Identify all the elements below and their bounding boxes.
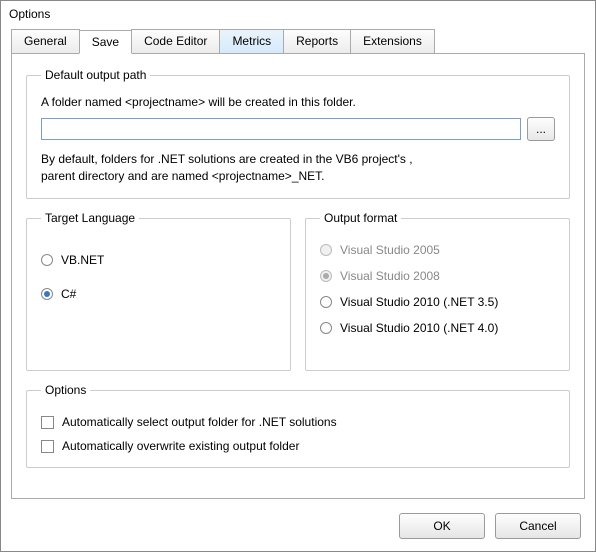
options-legend: Options xyxy=(41,383,90,397)
radio-icon xyxy=(320,270,332,282)
tab-strip: General Save Code Editor Metrics Reports… xyxy=(11,29,585,53)
default-output-path-note-2: parent directory and are named <projectn… xyxy=(41,168,555,185)
default-output-path-group: Default output path A folder named <proj… xyxy=(26,68,570,199)
radio-vs2010-net35[interactable]: Visual Studio 2010 (.NET 3.5) xyxy=(320,295,555,309)
tab-metrics[interactable]: Metrics xyxy=(219,29,284,53)
radio-vs2005: Visual Studio 2005 xyxy=(320,243,555,257)
tab-reports[interactable]: Reports xyxy=(283,29,351,53)
output-format-legend: Output format xyxy=(320,211,401,225)
radio-icon xyxy=(41,288,53,300)
radio-vbnet[interactable]: VB.NET xyxy=(41,253,276,267)
checkbox-auto-select-folder[interactable]: Automatically select output folder for .… xyxy=(41,415,555,429)
checkbox-label: Automatically select output folder for .… xyxy=(62,415,337,429)
checkbox-auto-overwrite[interactable]: Automatically overwrite existing output … xyxy=(41,439,555,453)
output-path-input[interactable] xyxy=(41,118,521,140)
output-format-group: Output format Visual Studio 2005 Visual … xyxy=(305,211,570,371)
radio-csharp[interactable]: C# xyxy=(41,287,276,301)
radio-icon xyxy=(320,296,332,308)
tab-save[interactable]: Save xyxy=(79,30,132,54)
checkbox-icon xyxy=(41,416,54,429)
radio-label: Visual Studio 2005 xyxy=(340,243,440,257)
cancel-button[interactable]: Cancel xyxy=(495,513,581,539)
radio-label: Visual Studio 2010 (.NET 4.0) xyxy=(340,321,498,335)
radio-icon xyxy=(320,244,332,256)
tab-panel-save: Default output path A folder named <proj… xyxy=(11,53,585,499)
radio-vs2008: Visual Studio 2008 xyxy=(320,269,555,283)
checkbox-icon xyxy=(41,440,54,453)
radio-label: VB.NET xyxy=(61,253,104,267)
default-output-path-note-1: By default, folders for .NET solutions a… xyxy=(41,151,555,168)
tab-general[interactable]: General xyxy=(11,29,80,53)
default-output-path-intro: A folder named <projectname> will be cre… xyxy=(41,94,555,111)
radio-vs2010-net40[interactable]: Visual Studio 2010 (.NET 4.0) xyxy=(320,321,555,335)
checkbox-label: Automatically overwrite existing output … xyxy=(62,439,299,453)
browse-button[interactable]: ... xyxy=(527,117,555,141)
target-language-legend: Target Language xyxy=(41,211,139,225)
options-group: Options Automatically select output fold… xyxy=(26,383,570,468)
tab-code-editor[interactable]: Code Editor xyxy=(131,29,220,53)
radio-label: Visual Studio 2008 xyxy=(340,269,440,283)
options-dialog: Options General Save Code Editor Metrics… xyxy=(0,0,596,552)
radio-label: Visual Studio 2010 (.NET 3.5) xyxy=(340,295,498,309)
window-title: Options xyxy=(1,1,595,25)
target-language-group: Target Language VB.NET C# xyxy=(26,211,291,371)
default-output-path-legend: Default output path xyxy=(41,68,150,82)
radio-icon xyxy=(320,322,332,334)
radio-label: C# xyxy=(61,287,76,301)
tab-extensions[interactable]: Extensions xyxy=(350,29,435,53)
ok-button[interactable]: OK xyxy=(399,513,485,539)
radio-icon xyxy=(41,254,53,266)
dialog-buttons: OK Cancel xyxy=(1,507,595,551)
